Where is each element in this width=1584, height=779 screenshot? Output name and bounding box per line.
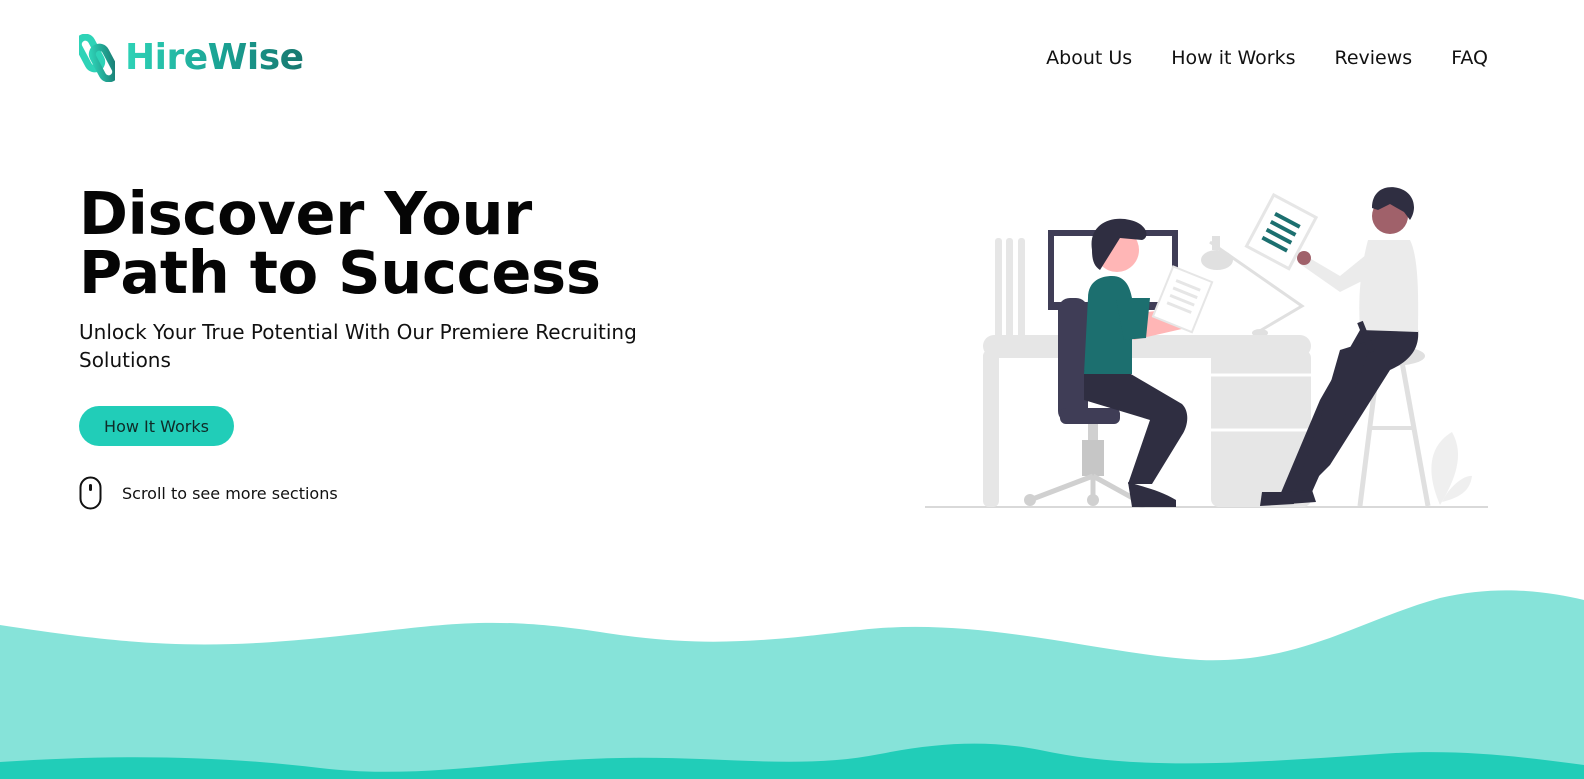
nav-faq[interactable]: FAQ xyxy=(1451,44,1488,72)
brand-logo[interactable]: HireWise xyxy=(79,34,304,82)
brand-name: HireWise xyxy=(125,34,304,82)
mouse-icon xyxy=(79,476,102,510)
hero-subtitle: Unlock Your True Potential With Our Prem… xyxy=(79,320,637,372)
nav-about-us[interactable]: About Us xyxy=(1046,44,1132,72)
hero-illustration xyxy=(925,187,1488,508)
nav-how-it-works[interactable]: How it Works xyxy=(1171,44,1295,72)
decorative-waves xyxy=(0,590,1584,779)
paperclip-logo-icon xyxy=(79,34,115,82)
scroll-hint: Scroll to see more sections xyxy=(79,476,338,510)
landing-page: HireWise About Us How it Works Reviews F… xyxy=(0,0,1584,779)
nav-reviews[interactable]: Reviews xyxy=(1334,44,1412,72)
hero-title: Discover Your Path to Success xyxy=(79,179,601,307)
how-it-works-button[interactable]: How It Works xyxy=(79,406,234,446)
main-nav: About Us How it Works Reviews FAQ xyxy=(1046,44,1488,72)
scroll-hint-text: Scroll to see more sections xyxy=(122,483,338,503)
